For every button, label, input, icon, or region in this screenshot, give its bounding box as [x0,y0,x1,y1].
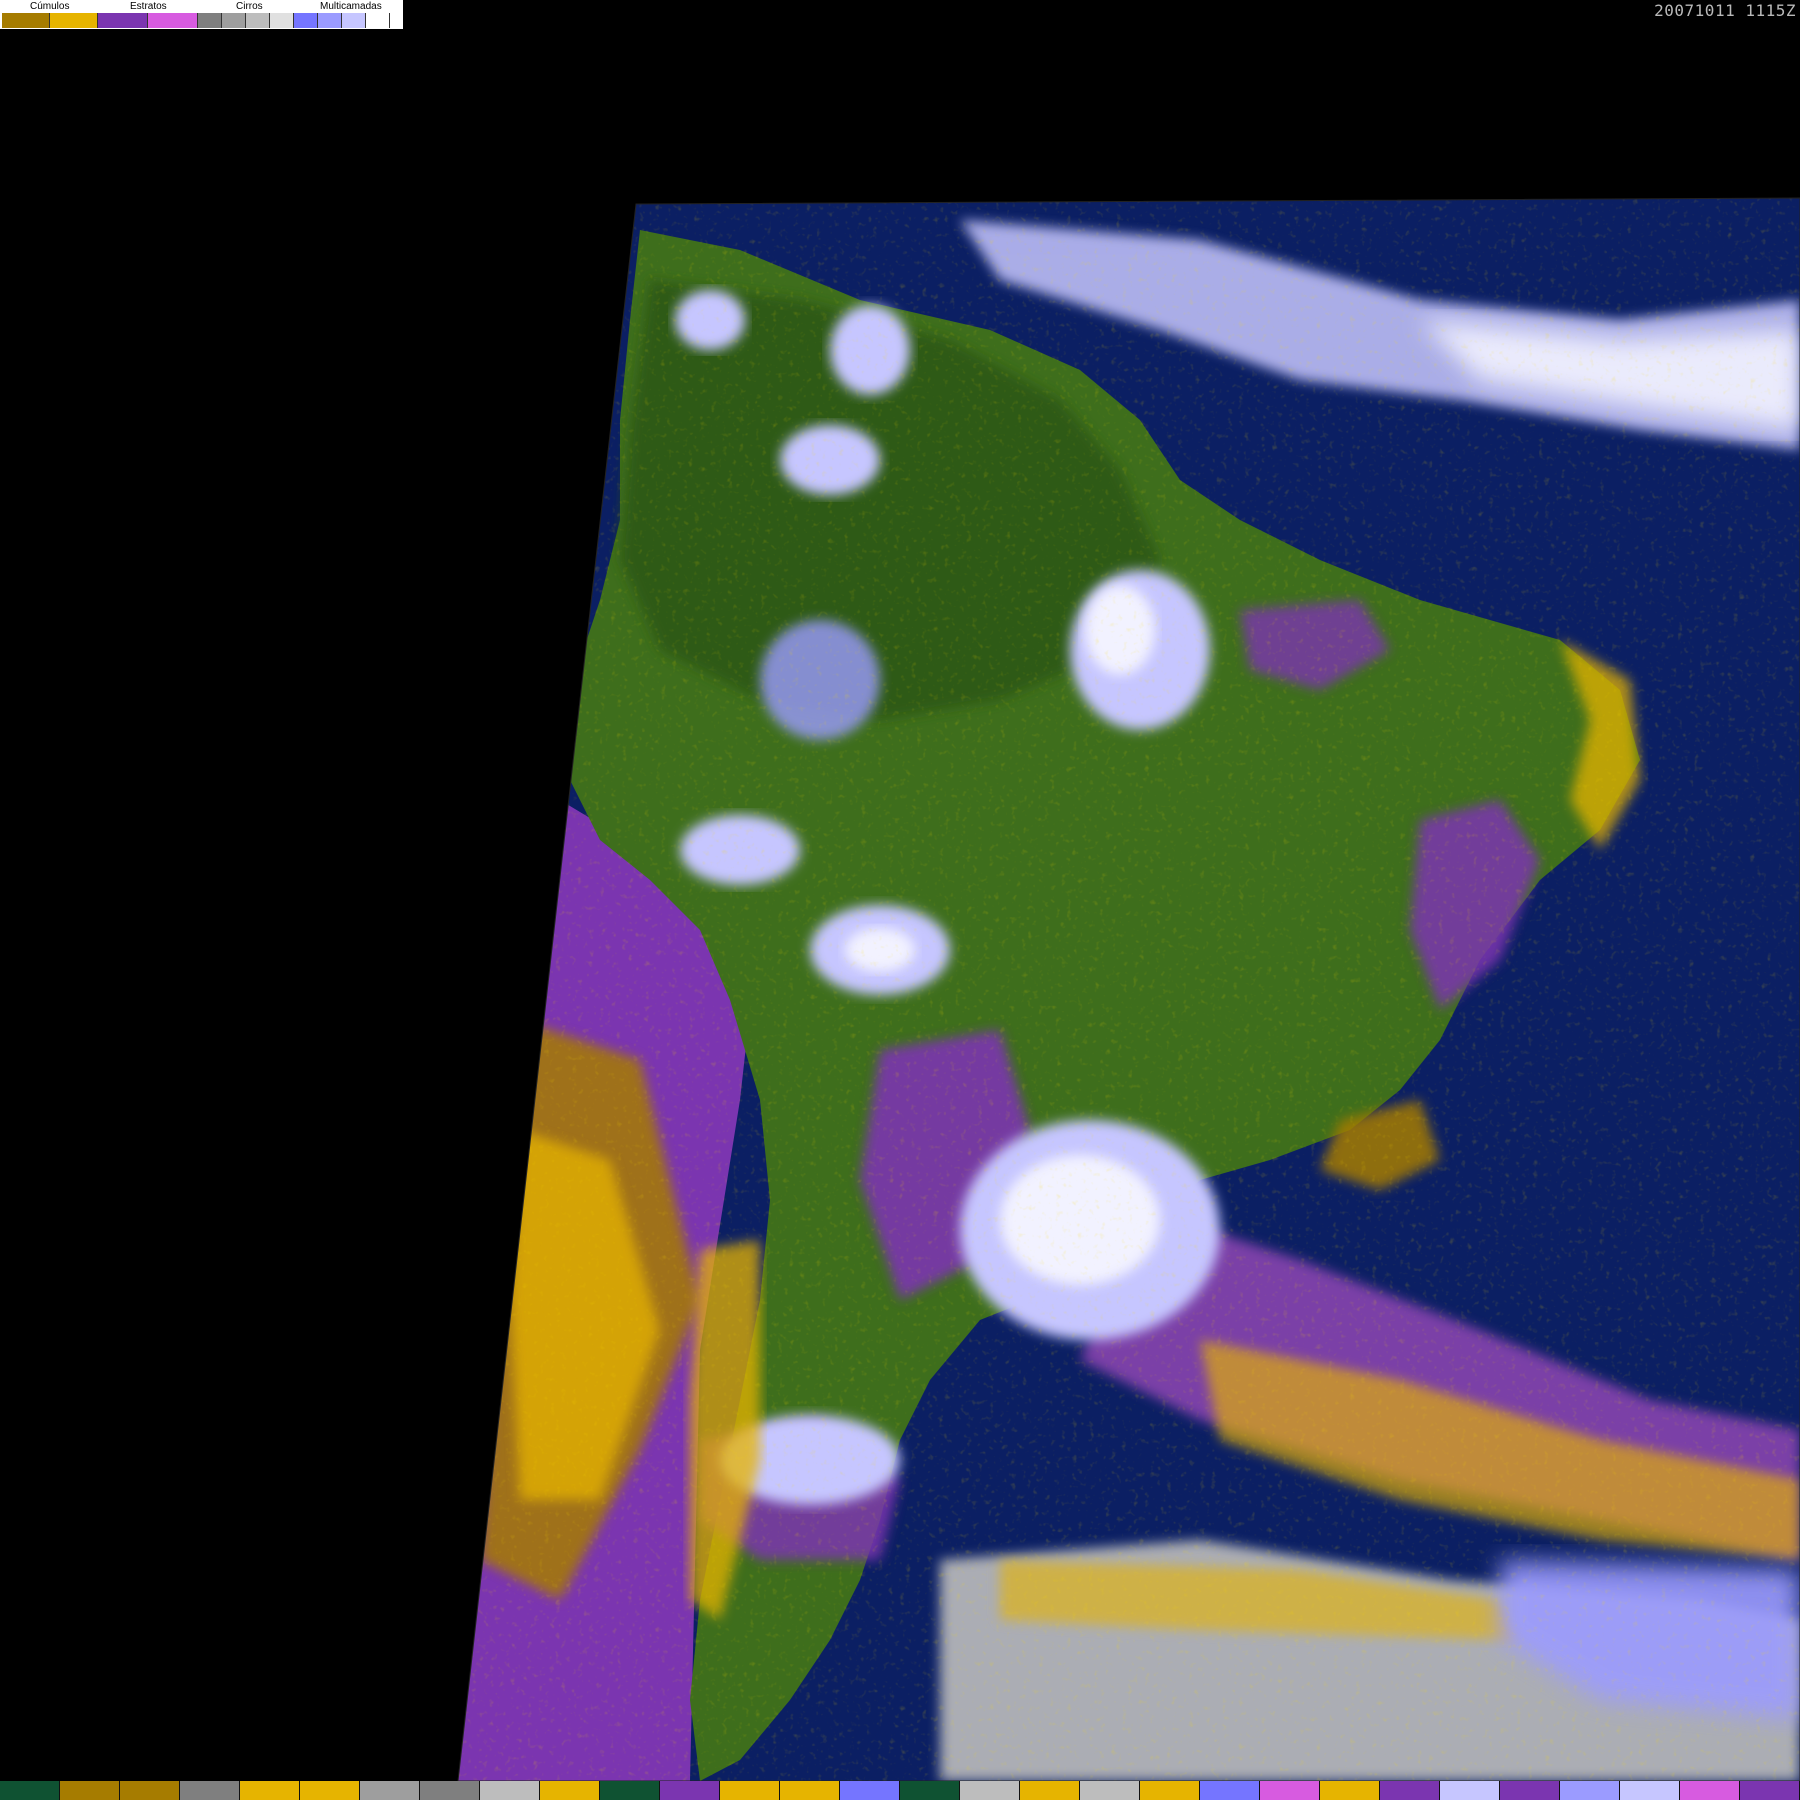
legend-swatch-4-4 [366,13,390,28]
map-image-area [458,198,1800,1781]
bottom-strip-cell [1320,1781,1380,1800]
bottom-strip-cell [720,1781,780,1800]
image-timestamp: 20071011 1115Z [1654,1,1796,20]
bottom-strip-cell [1740,1781,1800,1800]
legend-swatch-4-1 [294,13,318,28]
bottom-strip-cell [540,1781,600,1800]
bottom-strip-cell [420,1781,480,1800]
bottom-strip-cell [480,1781,540,1800]
legend-swatch-1-1 [2,13,50,28]
legend-swatch-4-2 [318,13,342,28]
legend-swatch-2-1 [98,13,148,28]
bottom-strip-cell [840,1781,900,1800]
legend-swatch-3-3 [246,13,270,28]
legend-swatch-3-4 [270,13,294,28]
bottom-strip-cell [900,1781,960,1800]
bottom-strip-cell [960,1781,1020,1800]
bottom-strip-cell [1680,1781,1740,1800]
legend-color-scale [2,13,390,28]
bottom-strip-cell [600,1781,660,1800]
bottom-strip-cell [660,1781,720,1800]
legend-label-stratus: Estratos [130,1,167,12]
bottom-color-strip [0,1781,1800,1800]
bottom-strip-cell [120,1781,180,1800]
bottom-strip-cell [1260,1781,1320,1800]
legend-swatch-3-2 [222,13,246,28]
bottom-strip-cell [1140,1781,1200,1800]
bottom-strip-cell [1560,1781,1620,1800]
bottom-strip-cell [1380,1781,1440,1800]
legend-swatch-4-3 [342,13,366,28]
bottom-strip-cell [780,1781,840,1800]
legend-label-multilayer: Multicamadas [320,1,382,12]
bottom-strip-cell [1020,1781,1080,1800]
bottom-strip-cell [1500,1781,1560,1800]
bottom-strip-cell [240,1781,300,1800]
bottom-strip-cell [0,1781,60,1800]
bottom-strip-cell [60,1781,120,1800]
legend-label-cumulus: Cúmulos [30,1,70,12]
bottom-strip-cell [180,1781,240,1800]
bottom-strip-cell [1080,1781,1140,1800]
bottom-strip-cell [1200,1781,1260,1800]
legend-swatch-3-1 [198,13,222,28]
satellite-map [457,197,1800,1782]
cloud-type-legend: Cúmulos Estratos Cirros Multicamadas [0,0,405,31]
bottom-strip-cell [360,1781,420,1800]
bottom-strip-cell [1440,1781,1500,1800]
bottom-strip-cell [300,1781,360,1800]
satellite-cloud-classification-view: Cúmulos Estratos Cirros Multicamadas 200… [0,0,1800,1800]
bottom-strip-cell [1620,1781,1680,1800]
legend-label-cirrus: Cirros [236,1,263,12]
cloud-speckle-texture [458,198,1800,1781]
legend-swatch-2-2 [148,13,198,28]
legend-swatch-1-2 [50,13,98,28]
